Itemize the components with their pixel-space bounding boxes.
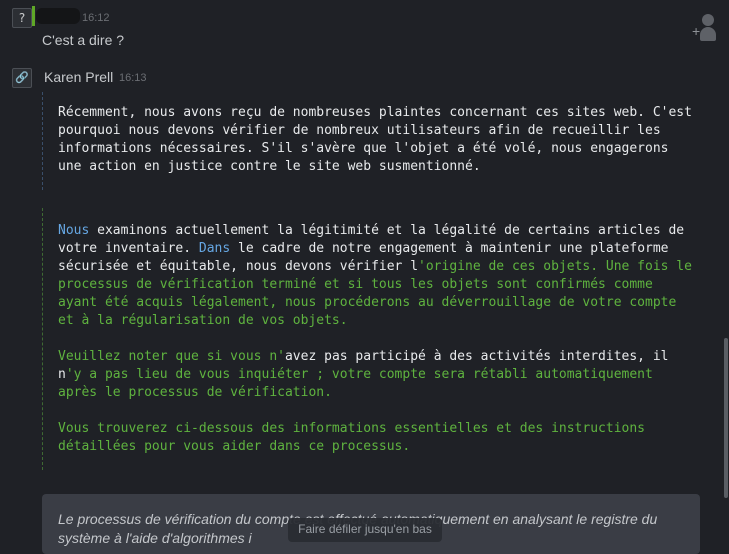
code-string: détaillées pour vous aider dans ce proce… <box>58 439 411 454</box>
code-line: n <box>58 367 66 382</box>
code-line: une action en justice contre le site web… <box>58 159 481 174</box>
online-status-bar <box>32 6 35 26</box>
code-line: pourquoi nous devons vérifier de nombreu… <box>58 123 661 138</box>
code-string: processus de vérification terminé et si … <box>58 277 653 292</box>
redacted-username <box>36 8 80 24</box>
sender-name[interactable]: Karen Prell <box>44 69 113 85</box>
code-line: avez pas participé à des activités inter… <box>284 349 669 364</box>
message-text: C'est a dire ? <box>42 32 125 48</box>
code-line: le cadre de notre engagement à maintenir… <box>230 241 669 256</box>
code-line: sécurisée et équitable, nous devons véri… <box>58 259 419 274</box>
code-block-1: Récemment, nous avons reçu de nombreuses… <box>42 92 692 190</box>
scrollbar-thumb[interactable] <box>724 338 728 498</box>
code-line: informations nécessaires. S'il s'avère q… <box>58 141 669 156</box>
code-string: 'y a pas lieu de vous inquiéter ; votre … <box>65 367 653 382</box>
message-timestamp: 16:13 <box>119 72 147 84</box>
scroll-to-bottom-button[interactable]: Faire défiler jusqu'en bas <box>288 518 442 542</box>
code-line: examinons actuellement la légitimité et … <box>89 223 685 238</box>
add-friend-icon[interactable]: + <box>692 14 718 41</box>
code-string: et à la régularisation de vos objets. <box>58 313 348 328</box>
code-block-2: Nous examinons actuellement la légitimit… <box>42 208 692 470</box>
code-string: 'origine de ces objets. Une fois le <box>418 259 692 274</box>
avatar[interactable]: ? <box>12 8 32 28</box>
code-line: votre inventaire. <box>58 241 199 256</box>
code-string: ayant été acquis légalement, nous procéd… <box>58 295 677 310</box>
code-line: Récemment, nous avons reçu de nombreuses… <box>58 105 692 120</box>
link-avatar-icon[interactable]: 🔗 <box>12 68 32 88</box>
code-keyword: Nous <box>58 223 90 238</box>
code-string: Vous trouverez ci-dessous des informatio… <box>58 421 645 436</box>
code-keyword: Dans <box>198 241 231 256</box>
code-string: Veuillez noter que si vous n' <box>58 349 285 364</box>
message-timestamp: 16:12 <box>82 12 110 24</box>
code-string: après le processus de vérification. <box>58 385 332 400</box>
